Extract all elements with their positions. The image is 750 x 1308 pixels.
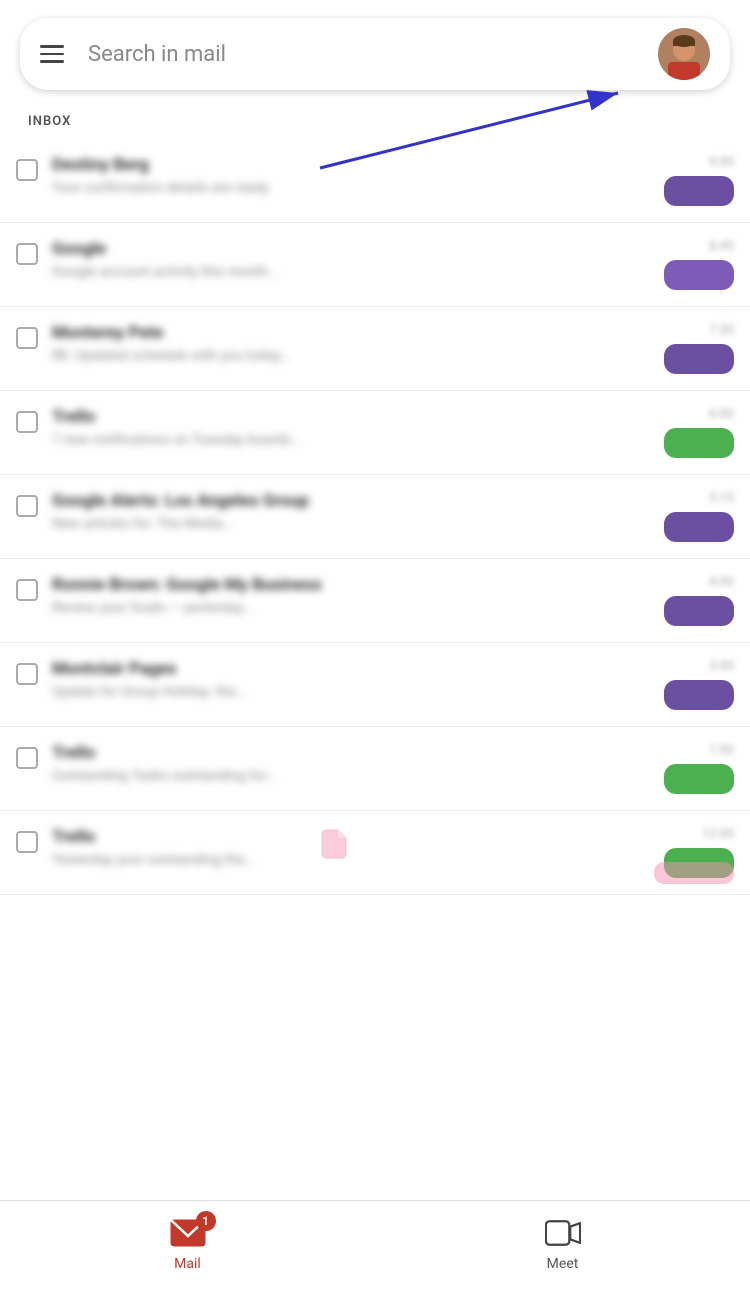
- email-time: 6:00: [709, 407, 734, 422]
- email-item[interactable]: Ronnie Brown: Google My Business Review …: [0, 559, 750, 643]
- email-preview: RE: Updated schedule with you today...: [52, 348, 636, 364]
- email-preview: 7 new notifications on Tuesday boards...: [52, 432, 636, 448]
- email-sender: Montclair Pages: [52, 659, 636, 679]
- search-input[interactable]: Search in mail: [88, 42, 658, 67]
- email-item[interactable]: Trello Yesterday your outstanding the...…: [0, 811, 750, 895]
- mail-icon-wrap: 1: [170, 1219, 206, 1251]
- email-list: Destiny Berg Your confirmation details a…: [0, 139, 750, 895]
- email-item[interactable]: Trello Outstanding Tasks outstanding for…: [0, 727, 750, 811]
- email-item[interactable]: Google Google account activity this mont…: [0, 223, 750, 307]
- email-preview: Your confirmation details are ready: [52, 180, 636, 196]
- email-sender: Monterey Pete: [52, 323, 636, 343]
- meet-icon: [545, 1219, 581, 1247]
- email-time: 12:00: [702, 827, 734, 842]
- email-time: 3:00: [709, 659, 734, 674]
- nav-meet[interactable]: Meet: [545, 1219, 581, 1272]
- email-preview: Outstanding Tasks outstanding for...: [52, 768, 636, 784]
- meet-nav-label: Meet: [547, 1256, 579, 1272]
- email-time: 7:30: [709, 323, 734, 338]
- email-badge: [664, 512, 734, 542]
- email-time: 5:15: [709, 491, 734, 506]
- nav-mail[interactable]: 1 Mail: [170, 1219, 206, 1272]
- email-badge: [664, 680, 734, 710]
- inbox-label: INBOX: [28, 114, 722, 129]
- email-item[interactable]: Montclair Pages Update for Group Holiday…: [0, 643, 750, 727]
- email-checkbox[interactable]: [16, 495, 38, 517]
- email-checkbox[interactable]: [16, 579, 38, 601]
- email-time: 8:45: [709, 239, 734, 254]
- mail-nav-label: Mail: [174, 1256, 201, 1272]
- email-preview: New articles for: The Media...: [52, 516, 636, 532]
- email-checkbox[interactable]: [16, 243, 38, 265]
- email-checkbox[interactable]: [16, 747, 38, 769]
- email-checkbox[interactable]: [16, 663, 38, 685]
- email-checkbox[interactable]: [16, 831, 38, 853]
- email-sender: Google: [52, 239, 636, 259]
- email-preview: Update for Group Holiday: the...: [52, 684, 636, 700]
- bottom-navigation: 1 Mail Meet: [0, 1200, 750, 1290]
- email-checkbox[interactable]: [16, 411, 38, 433]
- search-bar[interactable]: Search in mail: [20, 18, 730, 90]
- email-sender: Destiny Berg: [52, 155, 636, 175]
- email-time: 9:00: [709, 155, 734, 170]
- avatar[interactable]: [658, 28, 710, 80]
- email-preview: Google account activity this month...: [52, 264, 636, 280]
- email-time: 4:00: [709, 575, 734, 590]
- email-time: 1:00: [709, 743, 734, 758]
- email-sender: Ronnie Brown: Google My Business: [52, 575, 636, 595]
- attachment-icon: [320, 828, 640, 864]
- email-sender: Trello: [52, 407, 636, 427]
- email-badge: [664, 428, 734, 458]
- mail-badge: 1: [196, 1211, 216, 1231]
- email-item[interactable]: Google Alerts: Los Angeles Group New art…: [0, 475, 750, 559]
- email-item[interactable]: Monterey Pete RE: Updated schedule with …: [0, 307, 750, 391]
- email-sender: Trello: [52, 743, 636, 763]
- email-badge: [664, 260, 734, 290]
- email-checkbox[interactable]: [16, 327, 38, 349]
- email-badge-secondary: [654, 862, 734, 884]
- meet-icon-wrap: [545, 1219, 581, 1251]
- email-preview: Review your Goals — yesterday...: [52, 600, 636, 616]
- hamburger-menu-button[interactable]: [40, 45, 64, 63]
- email-sender: Google Alerts: Los Angeles Group: [52, 491, 636, 511]
- email-badge: [664, 596, 734, 626]
- email-badge: [664, 764, 734, 794]
- email-item[interactable]: Trello 7 new notifications on Tuesday bo…: [0, 391, 750, 475]
- email-badge: [664, 344, 734, 374]
- email-checkbox[interactable]: [16, 159, 38, 181]
- email-item[interactable]: Destiny Berg Your confirmation details a…: [0, 139, 750, 223]
- email-badge: [664, 176, 734, 206]
